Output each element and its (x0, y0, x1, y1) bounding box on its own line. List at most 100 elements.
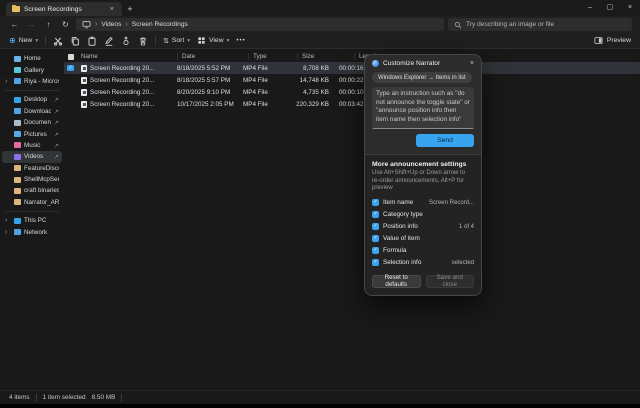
gallery-icon (14, 67, 21, 73)
sidebar: HomeGallery›Riya - Microsoft Desktop Downl… (0, 49, 64, 390)
column-header-type[interactable]: Type (248, 53, 297, 60)
save-close-button[interactable]: Save and close (426, 275, 475, 288)
file-row[interactable]: Screen Recording 20...8/20/2025 9:10 PMM… (64, 86, 640, 98)
file-row[interactable]: ✓Screen Recording 20...8/18/2025 5:52 PM… (64, 62, 640, 74)
file-date: 10/17/2025 2:05 PM (173, 101, 239, 108)
column-header-date[interactable]: Date (177, 53, 248, 60)
sidebar-separator (5, 211, 59, 212)
sidebar-item-shellmcpservers[interactable]: ShellMcpServers (2, 174, 62, 185)
breadcrumb-screen-recordings[interactable]: Screen Recordings (132, 21, 188, 28)
sidebar-item-documents[interactable]: Documents (2, 117, 62, 128)
file-row[interactable]: Screen Recording 20... 10/17/2025 2:05 PM… (64, 98, 640, 110)
instruction-textarea[interactable] (372, 87, 474, 129)
search-placeholder: Try describing an image or file (466, 21, 554, 28)
sort-button[interactable]: ⇅ Sort ▾ (163, 37, 190, 45)
file-type: MP4 File (239, 89, 283, 96)
sidebar-item-home[interactable]: Home (2, 53, 62, 64)
sidebar-item-this-pc[interactable]: ›This PC (2, 215, 62, 226)
file-name: Screen Recording 20... (90, 101, 154, 108)
sidebar-item-featurediscoverabil[interactable]: FeatureDiscoverabil (2, 163, 62, 174)
statusbar-divider (36, 394, 37, 402)
setting-label: Formula (383, 247, 406, 254)
pin-icon (54, 120, 59, 125)
new-button[interactable]: ⊕ New ▾ (9, 36, 38, 45)
row-checkbox[interactable]: ✓ (64, 65, 77, 72)
delete-button[interactable] (138, 36, 148, 46)
address-bar[interactable]: › Videos › Screen Recordings (76, 18, 444, 31)
breadcrumb-separator: › (125, 21, 127, 28)
checkbox-icon[interactable]: ✓ (372, 223, 379, 230)
maximize-button[interactable]: ▢ (600, 0, 620, 14)
setting-label: Category type (383, 211, 423, 218)
dialog-title: Customize Narrator (383, 60, 440, 67)
reset-defaults-button[interactable]: Reset to defaults (372, 275, 421, 288)
new-tab-button[interactable]: + (122, 2, 138, 16)
checkbox-icon[interactable]: ✓ (372, 259, 379, 266)
pin-icon (54, 109, 59, 114)
preview-toggle[interactable]: Preview (594, 36, 631, 45)
dialog-close-icon[interactable]: × (470, 60, 474, 67)
cut-button[interactable] (53, 36, 63, 46)
chevron-down-icon: ▾ (227, 38, 230, 44)
setting-label: Value of item (383, 235, 420, 242)
folder-icon (12, 6, 20, 12)
share-button[interactable] (121, 36, 131, 46)
sidebar-item-pictures[interactable]: Pictures (2, 128, 62, 139)
sidebar-item-narrator-arm-281[interactable]: Narrator_ARM_281 (2, 197, 62, 208)
sidebar-item-desktop[interactable]: Desktop (2, 94, 62, 105)
sidebar-item-network[interactable]: ›Network (2, 226, 62, 237)
more-options-button[interactable]: ••• (236, 38, 245, 44)
checkbox-icon[interactable]: ✓ (372, 211, 379, 218)
new-icon: ⊕ (9, 36, 16, 45)
view-button[interactable]: View ▾ (197, 36, 229, 45)
file-name-cell: Screen Recording 20... (77, 77, 173, 84)
breadcrumb-videos[interactable]: Videos (101, 21, 121, 28)
back-button[interactable]: ← (8, 20, 21, 29)
checkbox-icon[interactable]: ✓ (372, 247, 379, 254)
chevron-expand-icon[interactable]: › (5, 78, 7, 85)
minimize-button[interactable]: – (580, 0, 600, 14)
file-row[interactable]: Screen Recording 20...8/18/2025 5:57 PMM… (64, 74, 640, 86)
pin-icon (54, 97, 59, 102)
tab-bar: Screen Recordings × + – ▢ × (0, 0, 640, 16)
video-file-icon (81, 65, 87, 72)
chevron-expand-icon[interactable]: › (5, 217, 7, 224)
sidebar-item-label: Desktop (24, 96, 51, 103)
item-count: 4 items (9, 394, 30, 401)
file-date: 8/20/2025 9:10 PM (173, 89, 239, 96)
up-button[interactable]: ↑ (42, 20, 55, 29)
file-size: 4,735 KB (283, 89, 335, 96)
column-header-name[interactable]: Name (77, 53, 177, 60)
tab-screen-recordings[interactable]: Screen Recordings × (6, 2, 122, 16)
sidebar-item-videos[interactable]: Videos (2, 151, 62, 162)
refresh-button[interactable]: ↻ (59, 20, 72, 29)
sidebar-item-label: craft binaries (24, 187, 59, 194)
sidebar-item-label: Narrator_ARM_281 (24, 199, 59, 206)
video-file-icon (81, 77, 87, 84)
checkbox-icon[interactable]: ✓ (372, 199, 379, 206)
search-input[interactable]: Try describing an image or file (448, 18, 632, 31)
select-all-checkbox[interactable] (64, 54, 77, 60)
setting-row-category-type: ✓ Category type (372, 209, 474, 221)
paste-button[interactable] (87, 36, 97, 46)
cloud-icon (14, 78, 21, 84)
close-button[interactable]: × (620, 0, 640, 14)
chevron-expand-icon[interactable]: › (5, 229, 7, 236)
sidebar-item-music[interactable]: Music (2, 140, 62, 151)
selection-count: 1 item selected (43, 394, 86, 401)
checkbox-indeterminate-icon (68, 54, 74, 60)
tab-title: Screen Recordings (24, 6, 82, 13)
sidebar-item-craft-binaries[interactable]: craft binaries (2, 185, 62, 196)
rename-button[interactable] (104, 36, 114, 46)
window-bottom-edge (0, 404, 640, 408)
column-header-size[interactable]: Size (297, 53, 354, 60)
copy-button[interactable] (70, 36, 80, 46)
tab-close-icon[interactable]: × (108, 6, 116, 13)
send-button[interactable]: Send (416, 134, 474, 147)
file-type: MP4 File (239, 65, 283, 72)
sidebar-item-downloads[interactable]: Downloads (2, 106, 62, 117)
checkbox-icon[interactable]: ✓ (372, 235, 379, 242)
sidebar-item-riya-microsoft[interactable]: ›Riya - Microsoft (2, 76, 62, 87)
sidebar-item-gallery[interactable]: Gallery (2, 64, 62, 75)
forward-button[interactable]: → (25, 20, 38, 29)
